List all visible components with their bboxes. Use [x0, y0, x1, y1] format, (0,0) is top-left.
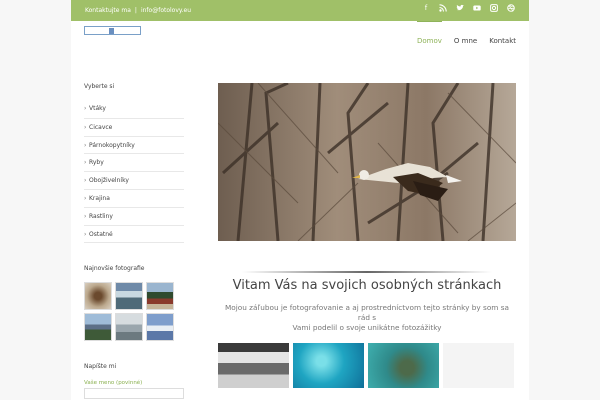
rss-icon[interactable]	[439, 4, 447, 13]
category-label: Krajina	[89, 194, 110, 202]
email-link[interactable]: info@fotolovy.eu	[141, 7, 191, 14]
site-logo[interactable]	[84, 26, 141, 35]
category-item[interactable]: › Ostatné	[84, 224, 184, 243]
category-item[interactable]: › Vtáky	[84, 100, 184, 118]
nav-item-domov[interactable]: Domov	[416, 21, 442, 45]
site-header: Domov O mne Kontakt	[71, 21, 529, 59]
eagle-photo	[218, 83, 516, 241]
category-item[interactable]: › Krajina	[84, 188, 184, 207]
contact-form-title: Napíšte mi	[84, 363, 117, 371]
category-label: Rastliny	[89, 212, 113, 220]
recent-photos-title: Najnovšie fotografie	[84, 265, 145, 273]
title-divider	[242, 271, 492, 273]
category-item[interactable]: › Ryby	[84, 153, 184, 171]
gallery-image[interactable]	[218, 343, 289, 388]
recent-photos-grid	[84, 282, 184, 342]
photo-thumbnail[interactable]	[146, 282, 174, 311]
photo-thumbnail[interactable]	[146, 313, 174, 342]
instagram-icon[interactable]	[490, 4, 498, 13]
name-input[interactable]	[84, 388, 184, 400]
categories-title: Vyberte si	[84, 83, 115, 90]
hero-image	[218, 83, 516, 241]
intro-line-2: Vami podelil o svoje unikátne fotozážitk…	[292, 323, 442, 332]
nav-item-kontakt[interactable]: Kontakt	[489, 37, 516, 45]
intro-line-1: Mojou záľubou je fotografovanie a aj pro…	[224, 303, 509, 322]
gallery-row	[218, 343, 514, 388]
sidebar: Vyberte si › Vtáky › Cicavce › Párnokopytní…	[84, 83, 184, 400]
category-label: Obojživelníky	[89, 177, 129, 185]
nav-item-o-mne[interactable]: O mne	[454, 37, 477, 45]
gallery-image[interactable]	[293, 343, 364, 388]
main-nav: Domov O mne Kontakt	[416, 21, 516, 45]
gallery-image[interactable]	[368, 343, 439, 388]
photo-thumbnail[interactable]	[115, 313, 143, 342]
top-bar: Kontaktujte ma | info@fotolovy.eu f	[71, 0, 529, 21]
welcome-heading: Vitam Vás na svojich osobných stránkach	[232, 278, 502, 293]
photo-thumbnail[interactable]	[84, 282, 112, 311]
separator: |	[134, 7, 137, 14]
category-item[interactable]: › Obojživelníky	[84, 171, 184, 189]
category-item[interactable]: › Párnokopytníky	[84, 135, 184, 154]
category-item[interactable]: › Rastliny	[84, 206, 184, 225]
category-label: Cicavce	[89, 123, 113, 131]
social-icons: f	[422, 4, 515, 13]
photo-thumbnail[interactable]	[84, 313, 112, 342]
category-label: Ryby	[89, 159, 104, 167]
gallery-image[interactable]	[443, 343, 514, 388]
category-label: Párnokopytníky	[89, 141, 135, 149]
facebook-icon[interactable]: f	[422, 4, 430, 13]
intro-text: Mojou záľubou je fotografovanie a aj pro…	[218, 303, 516, 333]
youtube-icon[interactable]	[473, 4, 481, 13]
category-list: › Vtáky › Cicavce › Párnokopytníky › Ryby › O…	[84, 100, 184, 244]
main-area: Vyberte si › Vtáky › Cicavce › Párnokopytní…	[71, 59, 529, 400]
name-field-label: Vaše meno (povinné)	[84, 380, 143, 387]
logo-mark	[109, 28, 114, 34]
category-item[interactable]: › Cicavce	[84, 117, 184, 136]
category-label: Ostatné	[89, 230, 113, 238]
contact-info: Kontaktujte ma | info@fotolovy.eu	[85, 7, 191, 14]
contact-link[interactable]: Kontaktujte ma	[85, 7, 131, 14]
dribbble-icon[interactable]	[507, 4, 515, 13]
photo-thumbnail[interactable]	[115, 282, 143, 311]
category-label: Vtáky	[89, 105, 106, 112]
content-area: Vitam Vás na svojich osobných stránkach …	[218, 83, 516, 388]
twitter-icon[interactable]	[456, 4, 464, 13]
